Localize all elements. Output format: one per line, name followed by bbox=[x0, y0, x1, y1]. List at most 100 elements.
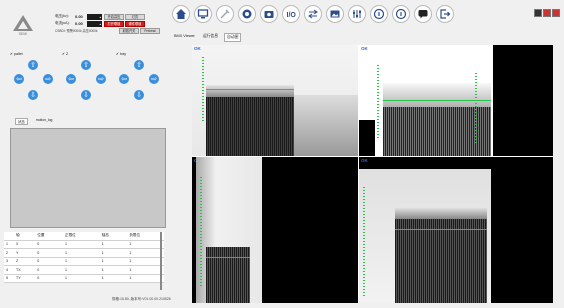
cell-axis-state: 1 bbox=[99, 240, 128, 249]
table-row[interactable]: 4 TX 0 1 1 1 bbox=[4, 265, 164, 275]
log-tabs: 状态 motion_log bbox=[15, 118, 54, 125]
cell-row-num: 2 bbox=[4, 248, 14, 258]
table-scrollbar[interactable] bbox=[160, 232, 162, 290]
log-output-area bbox=[10, 128, 166, 228]
axis-z-checkbox[interactable]: ✔ Z bbox=[62, 52, 68, 56]
table-row[interactable]: 2Y0111 bbox=[4, 248, 164, 258]
main-toolbar: I/O bbox=[172, 5, 454, 23]
z-up-arrow-icon[interactable]: ⇧ bbox=[81, 60, 91, 70]
axis-pallet-checkbox[interactable]: ✔ pallet bbox=[10, 52, 23, 56]
cell-row-num: 1 bbox=[4, 240, 14, 249]
panel-2-status: OK bbox=[361, 46, 368, 51]
table-row[interactable]: 3Z0111 bbox=[4, 257, 164, 266]
table-header-row: 轴 位置 正限位 轴态 负限位 bbox=[4, 232, 164, 241]
info-circle-2-icon[interactable] bbox=[392, 5, 410, 23]
light-on-button[interactable]: 灯亮 bbox=[125, 13, 145, 20]
home-icon[interactable] bbox=[172, 5, 190, 23]
axis-pallet-label: pallet bbox=[14, 52, 23, 56]
check-icon: ✔ bbox=[10, 52, 14, 56]
cell-pos-limit: 1 bbox=[63, 240, 100, 249]
cell-pos-limit: 1 bbox=[63, 265, 100, 275]
panel-4-status: OK bbox=[361, 158, 368, 163]
cell-neg-limit: 1 bbox=[127, 274, 164, 283]
axis-tray-label: tray bbox=[120, 52, 127, 56]
tab-status[interactable]: 状态 bbox=[15, 118, 28, 125]
green-measure-line bbox=[206, 89, 294, 90]
image-icon[interactable] bbox=[326, 5, 344, 23]
chat-icon[interactable] bbox=[414, 5, 432, 23]
table-row[interactable]: 1X0111 bbox=[4, 240, 164, 249]
close-icon[interactable] bbox=[552, 9, 560, 17]
tray-right-arrow-icon[interactable]: ⇨ bbox=[149, 74, 159, 84]
monitor-icon[interactable] bbox=[194, 5, 212, 23]
record-icon[interactable] bbox=[238, 5, 256, 23]
tools-icon[interactable] bbox=[216, 5, 234, 23]
logout-icon[interactable] bbox=[436, 5, 454, 23]
col-axis-state: 轴态 bbox=[99, 232, 128, 241]
cell-pos-limit: 1 bbox=[63, 257, 100, 266]
cell-neg-limit: 1 bbox=[127, 265, 164, 275]
cell-row-num: 5 bbox=[4, 274, 14, 283]
pallet-down-arrow-icon[interactable]: ⇩ bbox=[28, 90, 38, 100]
col-position: 位置 bbox=[35, 232, 63, 241]
z-down-arrow-icon[interactable]: ⇩ bbox=[81, 90, 91, 100]
camera-panel-1[interactable]: OK bbox=[192, 45, 358, 156]
hardware-interlock-button[interactable]: 硬件联锁 bbox=[125, 20, 145, 27]
tab-bmx-viewer[interactable]: BMX Viewer bbox=[172, 33, 197, 42]
pallet-right-arrow-icon[interactable]: ⇨ bbox=[43, 74, 53, 84]
image-viewer: OK OK OK OK bbox=[192, 45, 553, 303]
version-footer: 规格:15.80, 版本号:V01.00.00.210526 bbox=[112, 297, 171, 301]
axis-status-table: 轴 位置 正限位 轴态 负限位 1 X 0 1 1 1 2 Y 0 1 1 1 3 Z 0 1 1 1 4 TX 0 1 1… bbox=[4, 232, 164, 283]
voltage-row: 电压(kv): 0.00 开启高压 灯亮 bbox=[55, 13, 160, 20]
svg-text:I/O: I/O bbox=[287, 12, 297, 19]
camera-panel-4[interactable]: OK bbox=[359, 157, 553, 303]
col-neg-limit: 负限位 bbox=[127, 232, 164, 241]
tab-run-info[interactable]: 运行信息 bbox=[201, 33, 220, 42]
cell-position: 0 bbox=[35, 265, 63, 275]
table-row[interactable]: 5 TY 0 1 1 1 bbox=[4, 274, 164, 283]
tab-motion-log[interactable]: motion_log bbox=[34, 118, 55, 125]
cell-axis: Z bbox=[14, 257, 36, 266]
current-row: 电流(uA): 0.00 打开联锁 硬件联锁 bbox=[55, 20, 160, 27]
io-icon[interactable]: I/O bbox=[282, 5, 300, 23]
green-ruler bbox=[377, 65, 379, 140]
xray-control-panel: 电压(kv): 0.00 开启高压 灯亮 电流(uA): 0.00 打开联锁 硬… bbox=[55, 13, 160, 34]
z-right-arrow-icon[interactable]: ⇨ bbox=[96, 74, 106, 84]
info-circle-icon[interactable] bbox=[370, 5, 388, 23]
green-ruler bbox=[363, 187, 365, 297]
tab-auto-image[interactable]: 自动图 bbox=[224, 33, 242, 42]
high-voltage-on-button[interactable]: 开启高压 bbox=[104, 13, 124, 20]
window-controls bbox=[534, 9, 560, 17]
voltage-value: 0.00 bbox=[75, 14, 83, 19]
current-stepper[interactable] bbox=[87, 20, 102, 27]
ray-switch-button[interactable]: 射线开关 bbox=[119, 27, 139, 34]
tray-down-arrow-icon[interactable]: ⇩ bbox=[134, 90, 144, 100]
transfer-icon[interactable] bbox=[304, 5, 322, 23]
green-measure-line bbox=[206, 257, 250, 258]
cell-neg-limit: 1 bbox=[127, 248, 164, 258]
green-ruler bbox=[475, 73, 477, 143]
camera-panel-3[interactable]: OK bbox=[192, 157, 358, 303]
cell-axis-state: 1 bbox=[99, 257, 128, 266]
minimize-icon[interactable] bbox=[534, 9, 542, 17]
cell-position: 0 bbox=[35, 257, 63, 266]
pallet-up-arrow-icon[interactable]: ⇧ bbox=[28, 60, 38, 70]
camera-panel-2[interactable]: OK bbox=[359, 45, 553, 156]
z-left-arrow-icon[interactable]: ⇦ bbox=[66, 74, 76, 84]
open-interlock-button[interactable]: 打开联锁 bbox=[104, 20, 124, 27]
camera-icon[interactable] bbox=[260, 5, 278, 23]
axis-z-label: Z bbox=[66, 52, 69, 56]
preheat-button[interactable]: Preheat bbox=[140, 27, 160, 34]
panel-1-status: OK bbox=[194, 46, 201, 51]
voltage-stepper[interactable] bbox=[87, 13, 102, 20]
company-logo: SEMI bbox=[4, 10, 42, 40]
cell-axis: X bbox=[14, 240, 36, 249]
settings-sliders-icon[interactable] bbox=[348, 5, 366, 23]
maximize-icon[interactable] bbox=[543, 9, 551, 17]
current-label: 电流(uA): bbox=[55, 21, 70, 25]
pallet-left-arrow-icon[interactable]: ⇦ bbox=[14, 74, 24, 84]
axis-tray-checkbox[interactable]: ✔ tray bbox=[116, 52, 126, 56]
tray-up-arrow-icon[interactable]: ⇧ bbox=[134, 60, 144, 70]
cell-axis-state: 1 bbox=[99, 265, 128, 275]
tray-left-arrow-icon[interactable]: ⇦ bbox=[119, 74, 129, 84]
